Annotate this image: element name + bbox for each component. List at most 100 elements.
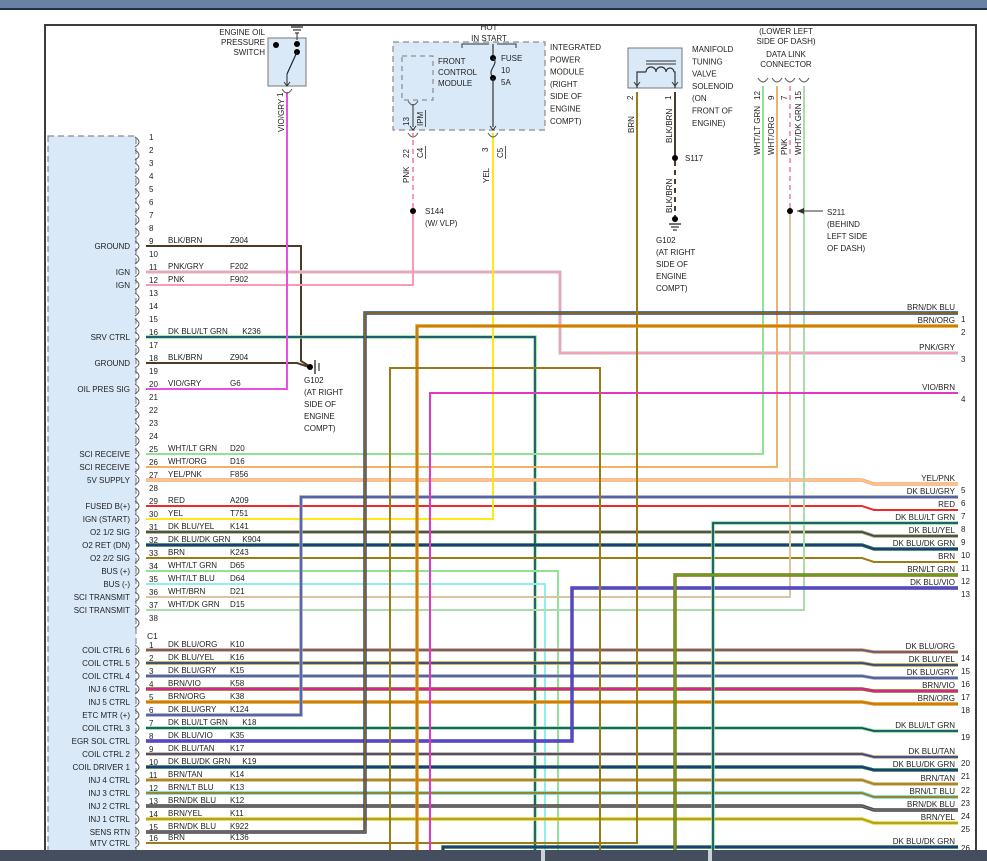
pin-number: 11 (149, 263, 158, 272)
edge-wire-label: DK BLU/DK GRN (893, 760, 955, 769)
edge-wire-label: DK BLU/ORG (906, 642, 955, 651)
pcm-pin-function-label: SCI TRANSMIT (74, 593, 130, 602)
edge-wire-number: 16 (961, 680, 970, 689)
wire-color-label: DK BLU/GRY (168, 666, 217, 675)
pin-number: 2 (149, 146, 154, 155)
circuit-code-label: K16 (230, 653, 245, 662)
pcm-pin-function-label: SENS RTN (90, 828, 131, 837)
pin-number: 14 (149, 810, 158, 819)
fcm-bus-label: IPM (416, 111, 425, 126)
circuit-code-label: A209 (230, 496, 249, 505)
pcm-pin-function-label: INJ 2 CTRL (88, 802, 130, 811)
pin-number: 8 (149, 224, 154, 233)
wire-path (146, 506, 958, 510)
edge-wire-number: 3 (961, 355, 966, 364)
fcm-conn-pin-number: 22 (402, 149, 411, 158)
edge-wire-number: 18 (961, 706, 970, 715)
pin-number: 15 (149, 823, 158, 832)
pcm-pin-function-label: COIL DRIVER 1 (73, 763, 131, 772)
circuit-code-label: K136 (230, 833, 249, 842)
pin-arc (799, 78, 809, 82)
g102-right-label-line: SIDE OF (656, 260, 688, 269)
mtv-label-line: FRONT OF (692, 107, 733, 116)
circuit-code-label: K19 (242, 757, 257, 766)
wire-color-label: BLK/BRN (168, 353, 202, 362)
pin-number: 13 (149, 797, 158, 806)
edge-wire-label: DK BLU/DK GRN (893, 539, 955, 548)
pcm-pin-function-label: BUS (-) (103, 580, 130, 589)
circuit-code-label: K35 (230, 731, 245, 740)
pin-number: 9 (149, 745, 154, 754)
ipm-label-line: COMPT) (550, 117, 582, 126)
wire-path (146, 497, 958, 715)
pin-arc (772, 78, 782, 82)
wire-color-label: WHT/DK GRN (168, 600, 220, 609)
dlc-location-line: SIDE OF DASH) (756, 37, 815, 46)
splice-s144 (410, 208, 416, 214)
wire-path (146, 545, 958, 549)
edge-wire-label: RED (938, 500, 955, 509)
edge-wire-number: 20 (961, 759, 970, 768)
pin-number: 30 (149, 510, 158, 519)
edge-wire-label: DK BLU/DK GRN (893, 837, 955, 846)
mtv-label-line: ENGINE) (692, 119, 726, 128)
pcm-pin-function-label: IGN (116, 281, 130, 290)
pin-number: 5 (149, 693, 154, 702)
pin-number: 5 (149, 185, 154, 194)
fuse-label-line: 10 (501, 66, 510, 75)
s144-label-line: S144 (425, 207, 444, 216)
pin-number: 21 (149, 393, 158, 402)
wire-color-label: DK BLU/GRY (168, 705, 217, 714)
edge-wire-number: 25 (961, 825, 970, 834)
circuit-code-label: F856 (230, 470, 249, 479)
circuit-code-label: K236 (242, 327, 261, 336)
edge-wire-label: BRN/LT BLU (910, 787, 956, 796)
fcm-conn-label: C4 (416, 147, 425, 158)
edge-wire-number: 23 (961, 799, 970, 808)
edge-wire-label: YEL/PNK (921, 474, 955, 483)
pcm-pin-function-label: SCI RECEIVE (79, 463, 130, 472)
edge-wire-number: 8 (961, 525, 966, 534)
bottom-bar-separator (541, 850, 545, 861)
circuit-code-label: D15 (230, 600, 245, 609)
edge-wire-number: 14 (961, 654, 970, 663)
pcm-pin-function-label: COIL CTRL 5 (82, 659, 130, 668)
edge-wire-label: DK BLU/VIO (910, 578, 955, 587)
pin-number: 23 (149, 419, 158, 428)
pin-arc (785, 78, 795, 82)
bottom-bar-separator (708, 850, 712, 861)
mtv-label-line: (ON (692, 94, 707, 103)
pin-number: 28 (149, 484, 158, 493)
pin-number: 9 (149, 237, 154, 246)
edge-wire-label: BRN/ORG (918, 694, 955, 703)
pin-number: 12 (149, 276, 158, 285)
pin-number: 18 (149, 354, 158, 363)
g102-left-label-line: COMPT) (304, 424, 336, 433)
wire-color-label: BRN/DK BLU (168, 796, 216, 805)
dlc-wire-label: WHT/ORG (767, 116, 776, 155)
dlc-pin-number: 12 (753, 91, 762, 100)
wire-color-label: WHT/LT GRN (168, 561, 217, 570)
mtv-splice-wire-label: BLK/BRN (665, 179, 674, 213)
edge-wire-label: BRN/TAN (920, 774, 955, 783)
dlc-wire-label: WHT/LT GRN (753, 106, 762, 155)
wire-color-label: DK BLU/VIO (168, 731, 213, 740)
dlc-wire-label: PNK (780, 138, 789, 155)
edge-wire-number: 4 (961, 395, 966, 404)
edge-wire-label: DK BLU/GRY (907, 668, 956, 677)
ipm-fuse-pin-number: 3 (481, 147, 490, 152)
dlc-pin-number: 7 (780, 95, 789, 100)
g102-left-label-line: (AT RIGHT (304, 388, 343, 397)
pcm-pin-function-label: COIL CTRL 3 (82, 724, 130, 733)
edge-wire-number: 21 (961, 772, 970, 781)
circuit-code-label: K18 (242, 718, 257, 727)
edge-wire-number: 7 (961, 512, 966, 521)
circuit-code-label: Z904 (230, 236, 249, 245)
wire-color-label: VIO/GRY (168, 379, 202, 388)
wire-path (146, 497, 958, 715)
ground-g102-left (307, 364, 313, 370)
pin-number: 1 (149, 133, 154, 142)
splice-s117 (672, 155, 678, 161)
window-bottom-bar (0, 850, 987, 861)
circuit-code-label: D65 (230, 561, 245, 570)
